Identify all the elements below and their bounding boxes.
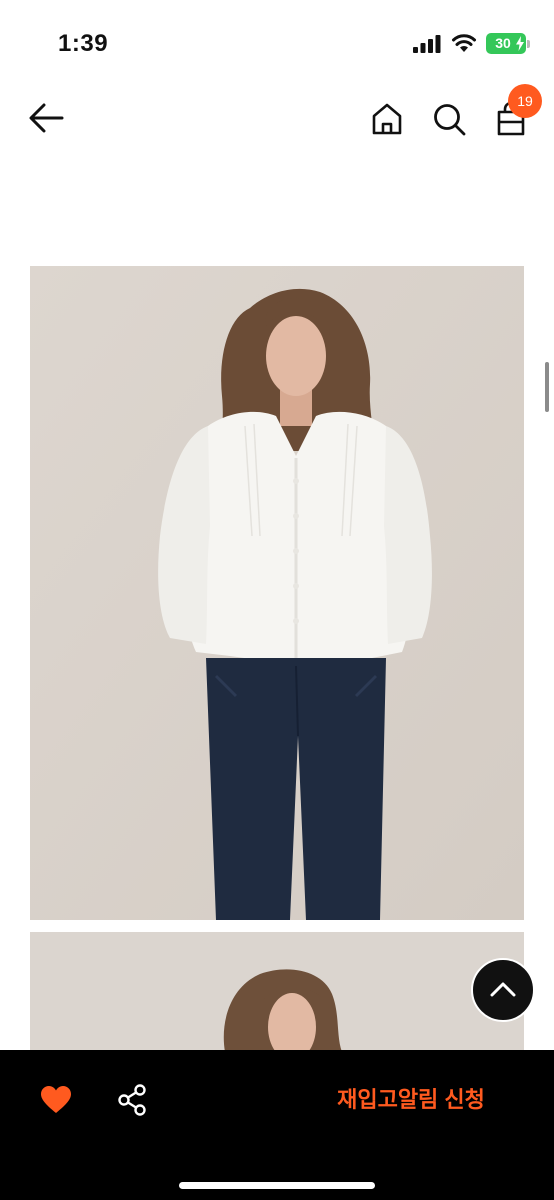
search-icon[interactable]	[430, 100, 468, 138]
scroll-to-top-button[interactable]	[471, 958, 535, 1022]
charging-bolt-icon	[516, 36, 524, 51]
battery-cap	[527, 40, 530, 48]
home-icon[interactable]	[368, 100, 406, 138]
chevron-up-icon	[490, 982, 516, 997]
share-icon[interactable]	[117, 1084, 147, 1116]
status-bar: 1:39 30	[0, 0, 554, 88]
nav-bar: 19	[0, 84, 554, 154]
product-photo-second[interactable]	[30, 932, 524, 1052]
product-photo-front[interactable]	[30, 266, 524, 920]
battery-icon: 30	[486, 33, 526, 54]
status-time: 1:39	[58, 30, 109, 57]
bottom-action-bar: 재입고알림 신청	[0, 1050, 554, 1200]
home-indicator	[179, 1182, 375, 1189]
back-arrow-icon[interactable]	[26, 100, 66, 136]
cart-count-badge[interactable]: 19	[508, 84, 542, 118]
product-detail-screen: 1:39 30 19 재입고알림 신청	[0, 0, 554, 1200]
wifi-icon	[452, 34, 476, 52]
scroll-indicator[interactable]	[545, 362, 549, 412]
heart-icon[interactable]	[41, 1086, 71, 1114]
product-photo-second-illustration	[30, 932, 524, 1052]
product-photo-illustration	[30, 266, 524, 920]
restock-alert-button[interactable]: 재입고알림 신청	[318, 1080, 504, 1120]
battery-level: 30	[495, 35, 511, 51]
signal-icon	[413, 35, 441, 53]
